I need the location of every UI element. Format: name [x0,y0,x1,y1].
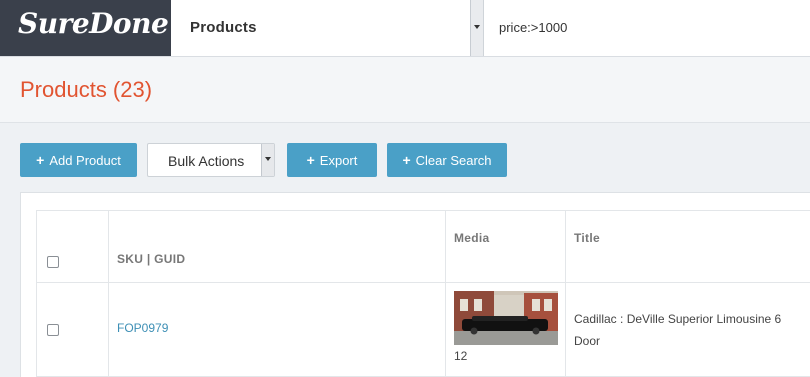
product-title[interactable]: Cadillac : DeVille Superior Limousine 6 … [574,308,804,352]
export-label: Export [319,153,358,168]
caret-down-icon [265,157,271,161]
add-product-label: Add Product [49,153,121,168]
header-sku-cell[interactable]: SKU | GUID [109,210,446,283]
caret-down-icon [474,25,480,29]
add-product-button[interactable]: + Add Product [20,143,137,177]
logo-text: SureDone [18,7,169,40]
row-select-cell [36,283,109,377]
bulk-actions-select[interactable]: Bulk Actions [147,143,275,177]
export-button[interactable]: + Export [287,143,377,177]
module-select-caret[interactable] [470,0,483,56]
header-media-cell[interactable]: Media [446,210,566,283]
sku-column-header: SKU | GUID [117,252,186,266]
logo[interactable]: SureDone [0,0,171,56]
clear-search-label: Clear Search [415,153,492,168]
clear-search-button[interactable]: + Clear Search [387,143,507,177]
title-column-header: Title [574,231,600,245]
module-select-value: Products [190,19,257,36]
header-select-cell [36,210,109,283]
sku-link[interactable]: FOP0979 [117,321,168,335]
limousine-image [454,291,558,345]
page-header: Products (23) [0,57,810,123]
top-bar: SureDone Products price:>1000 [0,0,810,57]
page-title: Products (23) [20,77,153,102]
search-input[interactable]: price:>1000 [484,0,810,56]
bulk-actions-caret[interactable] [261,144,274,176]
media-count: 12 [454,349,468,363]
row-checkbox[interactable] [47,324,59,336]
plus-icon: + [306,152,315,168]
bulk-actions-label: Bulk Actions [168,153,245,169]
header-title-cell[interactable]: Title [566,210,810,283]
search-query: price:>1000 [499,20,568,35]
plus-icon: + [402,152,411,168]
media-column-header: Media [454,231,490,245]
module-select[interactable]: Products [171,0,484,56]
select-all-checkbox[interactable] [47,256,59,268]
plus-icon: + [36,152,45,168]
product-thumbnail[interactable] [454,291,558,345]
